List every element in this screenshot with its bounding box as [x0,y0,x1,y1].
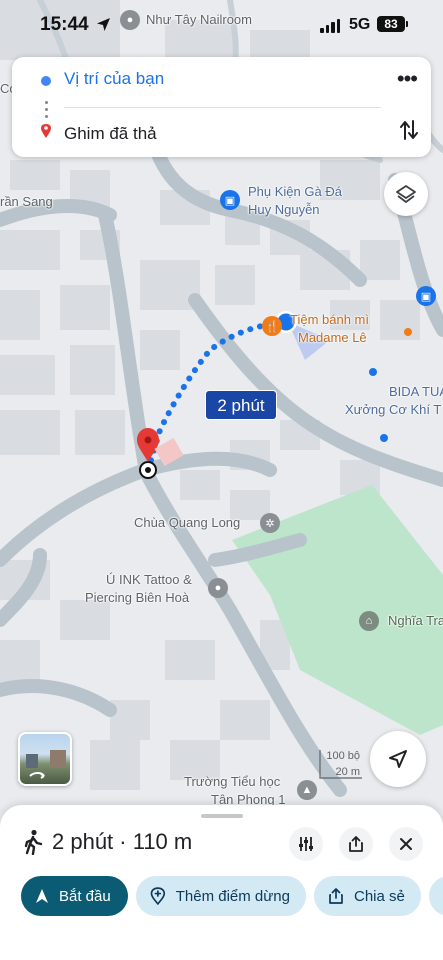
map-label-tiem-banh-2[interactable]: Madame Lê [298,329,367,347]
network-type: 5G [349,16,371,33]
map-label-phu-kien-2[interactable]: Huy Nguyễn [248,201,320,219]
share-chip[interactable]: Chia sẻ [314,876,421,916]
map-label-tattoo-2[interactable]: Piercing Biên Hoà [85,589,189,607]
more-icon[interactable]: ••• [397,68,418,90]
destination-field[interactable]: Ghim đã thả [64,124,157,144]
share-icon [329,888,343,904]
map-label-tran-sang: rần Sang [0,194,53,209]
shop-icon[interactable]: ▣ [220,190,240,210]
school-icon[interactable]: ▲ [297,780,317,800]
origin-dot-icon [41,76,51,86]
battery-level: 83 [384,17,398,31]
map-scale: 100 bộ 20 m [316,750,366,780]
share-button[interactable] [339,827,373,861]
close-button[interactable] [389,827,423,861]
add-stop-button[interactable]: Thêm điểm dừng [136,876,306,916]
status-time: 15:44 [40,14,89,35]
place-dot-icon [404,328,412,336]
more-chip[interactable] [429,876,443,916]
layers-icon [396,185,416,203]
filter-icon [299,837,313,851]
origin-row[interactable]: Vị trí của bạn [12,57,431,97]
walk-icon [24,829,43,855]
share-icon [349,836,363,852]
route-options-button[interactable] [289,827,323,861]
cemetery-icon[interactable]: ⌂ [359,611,379,631]
status-bar: 15:44 5G 83 [0,0,443,50]
action-chips: Bắt đầu Thêm điểm dừng Chia sẻ [21,876,443,918]
restaurant-icon[interactable]: 🍴 [262,316,282,336]
signal-icon [320,19,340,33]
route-summary: 2 phút · 110 m [52,829,193,854]
tattoo-icon[interactable]: ● [208,578,228,598]
locate-icon [389,750,407,768]
divider [64,107,381,108]
drag-handle[interactable] [201,814,243,818]
battery-icon: 83 [377,16,405,32]
map-label-xuong[interactable]: Xưởng Cơ Khí T [345,401,441,419]
close-icon [400,838,412,850]
share-label: Chia sẻ [354,887,405,905]
navigation-arrow-icon [97,18,110,31]
street-view-icon [26,750,66,779]
map-label-nghia-trang[interactable]: Nghĩa Tra [388,612,443,630]
map-label-tattoo[interactable]: Ú INK Tattoo & [106,571,192,589]
scale-meters: 20 m [335,766,360,778]
locate-button[interactable] [370,731,426,787]
origin-field[interactable]: Vị trí của bạn [64,69,164,89]
destination-row[interactable]: Ghim đã thả [12,112,431,152]
add-stop-icon [150,887,166,905]
destination-pin-icon [41,124,51,138]
map-label-chua[interactable]: Chùa Quang Long [134,514,240,532]
map-label-truong[interactable]: Trường Tiểu học [184,773,280,791]
swap-icon[interactable] [399,119,419,141]
temple-icon[interactable]: ✲ [260,513,280,533]
place-dot-icon [380,434,388,442]
place-dot-icon [369,368,377,376]
route-card: Vị trí của bạn Ghim đã thả ••• [12,57,431,157]
shop-icon[interactable]: ▣ [416,286,436,306]
start-arrow-icon [36,889,48,903]
battery-tip [406,21,408,27]
start-label: Bắt đầu [59,887,111,905]
add-stop-label: Thêm điểm dừng [175,887,290,905]
map-label-bida[interactable]: BIDA TUA [389,383,443,401]
route-bottom-sheet[interactable]: 2 phút · 110 m Bắt đầu Thêm điểm dừng Ch… [0,805,443,960]
layers-button[interactable] [384,172,428,216]
street-view-thumbnail[interactable] [18,732,72,786]
map-label-tiem-banh[interactable]: Tiệm bánh mì [290,311,369,329]
map-label-phu-kien[interactable]: Phụ Kiện Gà Đá [248,183,342,201]
eta-bubble: 2 phút [205,390,277,420]
scale-feet: 100 bộ [326,750,360,762]
start-button[interactable]: Bắt đầu [21,876,128,916]
